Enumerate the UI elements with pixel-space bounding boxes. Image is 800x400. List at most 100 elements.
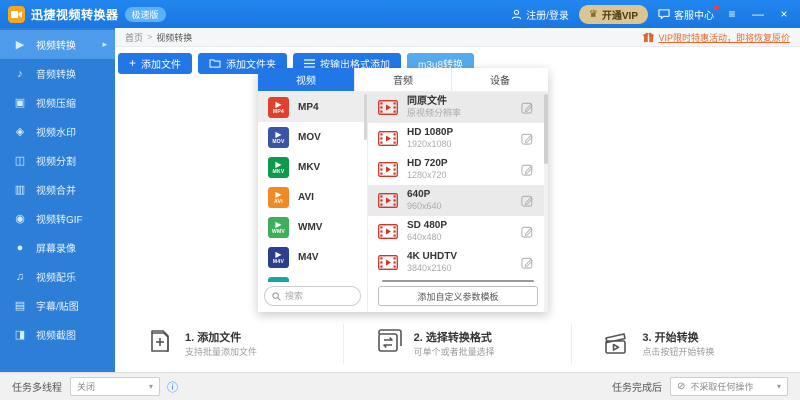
sidebar-item[interactable]: ● 屏幕录像: [0, 233, 115, 262]
sidebar-item[interactable]: ◫ 视频分割: [0, 146, 115, 175]
app-logo-icon: [8, 5, 25, 23]
main-area: 首页 > 视频转换 VIP限时特惠活动，即将恢复原价 + 添加文件 添加文件夹: [115, 28, 800, 372]
vip-promo-link[interactable]: VIP限时特惠活动，即将恢复原价: [643, 31, 790, 44]
sidebar-item[interactable]: ♪ 音频转换: [0, 59, 115, 88]
ban-icon: ⊘: [677, 381, 686, 392]
sidebar-item[interactable]: ◉ 视频转GIF: [0, 204, 115, 233]
format-tab-label: 视频: [296, 76, 316, 87]
edit-icon[interactable]: [521, 256, 534, 269]
minimize-button[interactable]: —: [750, 7, 766, 21]
step-start-convert: 3. 开始转换 点击按钮开始转换: [571, 324, 800, 364]
film-icon: [378, 100, 398, 115]
sidebar-item[interactable]: ◈ 视频水印: [0, 117, 115, 146]
edit-icon[interactable]: [521, 132, 534, 145]
sidebar-item-icon: ●: [16, 241, 24, 254]
sidebar-item-label: 屏幕录像: [36, 244, 76, 255]
chat-icon: [658, 8, 670, 19]
gift-icon: [643, 32, 655, 42]
step-subtitle: 可单个或者批量选择: [413, 346, 495, 357]
add-files-icon: [151, 330, 169, 352]
service-center-link[interactable]: 客服中心: [658, 4, 719, 22]
edit-icon[interactable]: [521, 194, 534, 207]
format-row[interactable]: ▶ MPG MPG: [258, 272, 367, 282]
sidebar-item[interactable]: ▶ 视频转换 ▸: [0, 30, 115, 59]
format-file-icon: ▶ MOV: [268, 126, 289, 148]
sidebar-item[interactable]: ◨ 视频截图: [0, 320, 115, 349]
sidebar-item-icon: ▤: [14, 299, 26, 312]
format-row[interactable]: ▶ MKV MKV: [258, 152, 367, 182]
format-tab[interactable]: 音频: [355, 68, 452, 91]
app-title: 迅捷视频转换器: [31, 7, 119, 22]
menu-icon[interactable]: ≡: [724, 7, 740, 21]
format-list-icon: [304, 58, 316, 68]
step-title: 1. 添加文件: [185, 331, 242, 344]
edit-icon[interactable]: [521, 225, 534, 238]
resolution-subtitle: 3840x2160: [407, 263, 452, 273]
edition-badge: 极速版: [124, 6, 166, 22]
format-row[interactable]: ▶ WMV WMV: [258, 212, 367, 242]
start-convert-icon: [605, 333, 627, 354]
resolution-title: SD 480P: [407, 220, 448, 231]
sidebar-item-label: 字幕/贴图: [36, 302, 79, 313]
resolution-scrollbar-thumb[interactable]: [544, 94, 548, 164]
format-tab-label: 音频: [393, 76, 413, 87]
resolution-row[interactable]: 640P 960x640: [368, 185, 548, 216]
resolution-row[interactable]: HD 1080P 1920x1080: [368, 123, 548, 154]
edit-icon[interactable]: [521, 101, 534, 114]
titlebar: 迅捷视频转换器 极速版 注册/登录 ♛ 开通VIP 客服中心 ≡ — ×: [0, 0, 800, 28]
chevron-down-icon: ▾: [148, 382, 153, 391]
sidebar-item-label: 视频转换: [36, 41, 76, 52]
format-tab[interactable]: 视频: [258, 68, 355, 91]
close-button[interactable]: ×: [776, 7, 792, 21]
format-tab[interactable]: 设备: [452, 68, 548, 91]
search-input[interactable]: [285, 291, 345, 301]
sidebar-item-icon: ♫: [15, 270, 25, 283]
resolution-subtitle: 1920x1080: [407, 139, 452, 149]
horizontal-scrollbar[interactable]: [382, 280, 534, 282]
breadcrumb-home[interactable]: 首页: [125, 31, 143, 44]
format-panel: 视频 音频 设备 ▶ MP4 MP4 ▶ MOV MOV ▶ MKV MKV ▶…: [258, 68, 548, 312]
resolution-scrollbar-track[interactable]: [544, 92, 548, 312]
sidebar: ▶ 视频转换 ▸ ♪ 音频转换 ▣ 视频压缩 ◈ 视频水印 ◫ 视频分割 ▥ 视…: [0, 28, 115, 372]
resolution-row[interactable]: HD 720P 1280x720: [368, 154, 548, 185]
sidebar-item-label: 视频转GIF: [36, 215, 83, 226]
edit-icon[interactable]: [521, 163, 534, 176]
sidebar-item[interactable]: ▥ 视频合并: [0, 175, 115, 204]
format-row[interactable]: ▶ AVI AVI: [258, 182, 367, 212]
breadcrumb-current: 视频转换: [156, 32, 193, 43]
resolution-row[interactable]: 同原文件 原视频分辨率: [368, 92, 548, 123]
add-file-button[interactable]: + 添加文件: [118, 52, 193, 74]
resolution-row[interactable]: 4K UHDTV 3840x2160: [368, 247, 548, 278]
sidebar-item[interactable]: ♫ 视频配乐: [0, 262, 115, 291]
step-title: 2. 选择转换格式: [413, 331, 492, 344]
resolution-title: 4K UHDTV: [407, 251, 458, 262]
sidebar-item[interactable]: ▣ 视频压缩: [0, 88, 115, 117]
sidebar-item-label: 视频水印: [36, 128, 76, 139]
arrow-right-icon: ▸: [102, 39, 107, 49]
resolution-row[interactable]: SD 480P 640x480: [368, 216, 548, 247]
sidebar-item-label: 视频分割: [36, 157, 76, 168]
resolution-list: 同原文件 原视频分辨率 HD 1080P 1920x1080 HD 720P 1…: [368, 92, 548, 278]
login-link[interactable]: 注册/登录: [511, 7, 569, 22]
sidebar-item-label: 视频压缩: [36, 99, 76, 110]
format-row[interactable]: ▶ M4V M4V: [258, 242, 367, 272]
after-task-select[interactable]: ⊘ 不采取任何操作 ▾: [670, 377, 788, 396]
format-name: MP4: [298, 101, 319, 113]
format-name: MKV: [298, 161, 321, 173]
sidebar-item-icon: ◫: [14, 154, 26, 167]
add-custom-template-button[interactable]: 添加自定义参数模板: [378, 286, 538, 306]
plus-icon: +: [129, 56, 137, 70]
open-vip-button[interactable]: ♛ 开通VIP: [578, 4, 648, 24]
breadcrumb-separator: >: [147, 32, 153, 42]
format-row[interactable]: ▶ MOV MOV: [258, 122, 367, 152]
sidebar-item[interactable]: ▤ 字幕/贴图: [0, 291, 115, 320]
sidebar-item-icon: ♪: [17, 67, 23, 80]
film-icon: [378, 162, 398, 177]
thread-select[interactable]: 关闭 ▾: [70, 377, 160, 396]
format-list-scrollbar[interactable]: [364, 94, 367, 140]
folder-icon: [209, 59, 221, 68]
after-task-label: 任务完成后: [612, 383, 662, 394]
info-icon[interactable]: ⓘ: [167, 379, 178, 395]
thread-label: 任务多线程: [12, 383, 62, 394]
format-row[interactable]: ▶ MP4 MP4: [258, 92, 367, 122]
